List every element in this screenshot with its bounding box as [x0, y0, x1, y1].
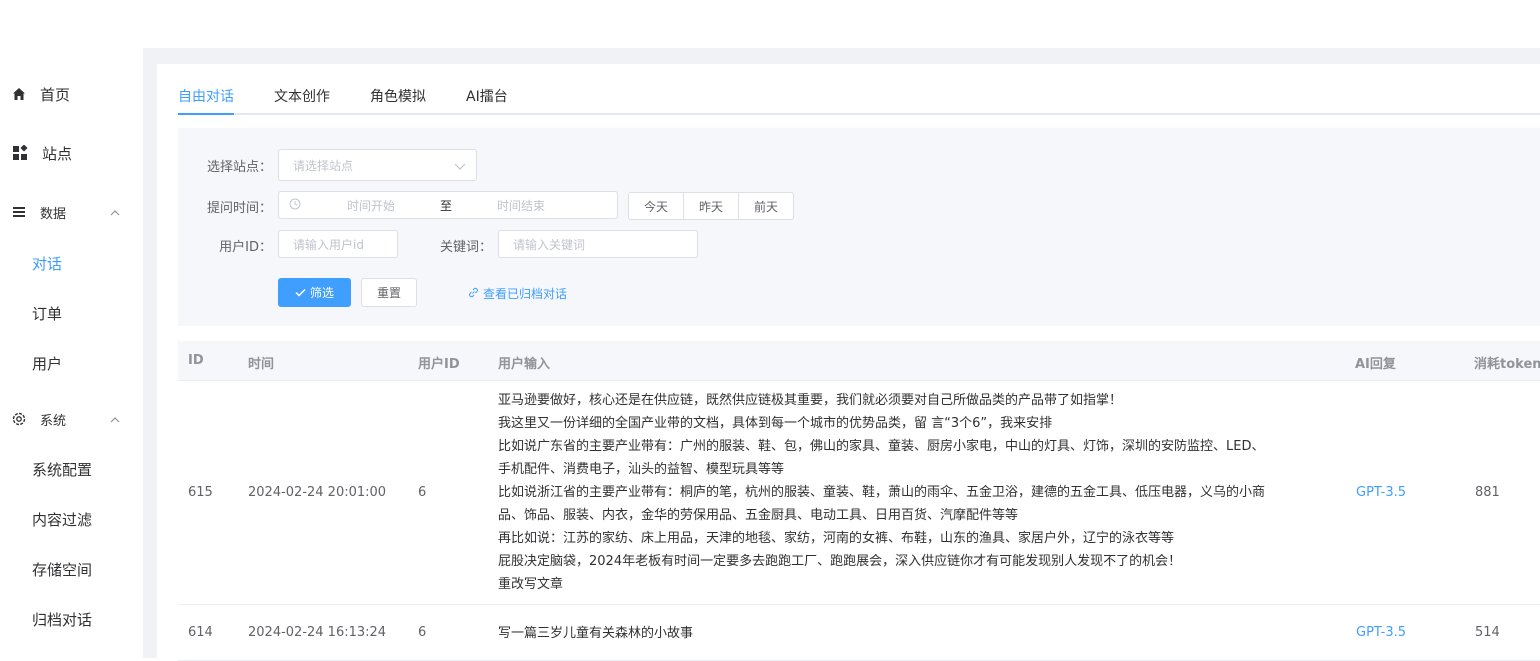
input-line: 我这里又一份详细的全国产业带的文档，具体到每一个城市的优势品类，留 言“3个6”… [498, 416, 1053, 431]
user-id-input[interactable]: 请输入用户id [278, 230, 398, 258]
cell-time: 2024-02-24 16:13:24 [248, 625, 387, 640]
filter-button-label: 筛选 [309, 286, 334, 300]
sidebar-item-label: 首页 [40, 85, 71, 104]
input-line: 再比如说：江苏的家纺、床上用品，天津的地毯、家纺，河南的女裤、布鞋，山东的渔具、… [498, 531, 1175, 546]
sidebar-item-home[interactable]: 首页 [0, 74, 143, 114]
tab-text-creation[interactable]: 文本创作 [274, 86, 330, 106]
tab-bar: 自由对话 文本创作 角色模拟 AI擂台 [178, 78, 1540, 115]
check-icon [295, 286, 306, 300]
sidebar-item-system-config[interactable]: 系统配置 [32, 458, 92, 482]
user-id-label: 用户ID： [219, 240, 272, 255]
link-icon [468, 287, 479, 301]
sidebar-item-content-filter[interactable]: 内容过滤 [32, 508, 92, 532]
input-line: 品、饰品、服装、内衣，金华的劳保用品、五金厨具、电动工具、日用百货、汽摩配件等等 [498, 508, 1019, 523]
cell-user-input: 写一篇三岁儿童有关森林的小故事 [498, 622, 693, 645]
column-header-ai-reply: AI回复 [1355, 357, 1396, 372]
gear-icon [11, 411, 27, 427]
keyword-placeholder: 请输入关键词 [513, 237, 586, 252]
time-start-input[interactable]: 时间开始 [347, 197, 395, 214]
filter-button[interactable]: 筛选 [278, 278, 351, 307]
site-label: 选择站点： [206, 160, 272, 175]
sidebar-item-archived[interactable]: 归档对话 [32, 608, 92, 632]
sidebar-item-orders[interactable]: 订单 [32, 302, 62, 326]
active-tab-indicator [178, 113, 234, 115]
sidebar-item-label: 站点 [42, 144, 73, 163]
time-range-picker[interactable]: 时间开始 至 时间结束 [278, 191, 618, 219]
cell-user-input: 亚马逊要做好，核心还是在供应链，既然供应链极其重要，我们就必须要对自己所做品类的… [498, 389, 1265, 596]
yesterday-button[interactable]: 昨天 [683, 192, 739, 220]
table-header: ID 时间 用户ID 用户输入 AI回复 消耗token [178, 341, 1540, 381]
view-archived-link[interactable]: 查看已归档对话 [468, 285, 567, 302]
sidebar-group-label: 系统 [40, 413, 67, 429]
column-header-user-id: 用户ID [418, 357, 460, 372]
day-before-button[interactable]: 前天 [738, 192, 794, 220]
cell-user-id: 6 [418, 485, 427, 500]
input-line: 重改写文章 [498, 577, 564, 592]
table-row[interactable]: 614 2024-02-24 16:13:24 6 写一篇三岁儿童有关森林的小故… [178, 605, 1540, 661]
sidebar-group-data[interactable]: 数据 [0, 192, 143, 232]
cell-id: 615 [188, 485, 213, 500]
menu-icon [11, 204, 27, 220]
cell-user-id: 6 [418, 625, 427, 640]
cell-ai-model[interactable]: GPT-3.5 [1356, 625, 1406, 640]
user-id-placeholder: 请输入用户id [293, 237, 364, 252]
input-line: 屁股决定脑袋，2024年老板有时间一定要多去跑跑工厂、跑跑展会，深入供应链你才有… [498, 554, 1182, 569]
column-header-tokens: 消耗token [1474, 357, 1540, 372]
sidebar: 首页 站点 数据 对话 订单 用户 系统 系统配置 内容过滤 存储空间 归档对话 [0, 0, 143, 658]
cell-time: 2024-02-24 20:01:00 [248, 485, 387, 500]
chevron-up-icon [110, 207, 120, 217]
time-label: 提问时间： [206, 201, 272, 216]
keyword-input[interactable]: 请输入关键词 [498, 230, 698, 258]
tab-ai-arena[interactable]: AI擂台 [466, 86, 508, 106]
sidebar-item-conversations[interactable]: 对话 [32, 252, 62, 276]
column-header-user-input: 用户输入 [498, 357, 551, 372]
cell-tokens: 881 [1475, 485, 1500, 500]
sidebar-item-sites[interactable]: 站点 [0, 133, 143, 173]
today-button[interactable]: 今天 [628, 192, 684, 220]
input-line: 手机配件、消费电子，汕头的益智、模型玩具等等 [498, 462, 785, 477]
cell-id: 614 [188, 625, 213, 640]
time-separator: 至 [440, 198, 453, 213]
cell-ai-model[interactable]: GPT-3.5 [1356, 485, 1406, 500]
tab-role-play[interactable]: 角色模拟 [370, 86, 426, 106]
sidebar-group-label: 数据 [40, 206, 67, 222]
keyword-label: 关键词： [439, 240, 492, 255]
chevron-up-icon [110, 414, 120, 424]
filter-panel: 选择站点： 请选择站点 提问时间： 时间开始 至 时间结束 今天 昨天 前天 用… [178, 128, 1540, 326]
input-line: 比如说广东省的主要产业带有：广州的服装、鞋、包，佛山的家具、童装、厨房小家电，中… [498, 439, 1265, 454]
column-header-id: ID [188, 353, 204, 368]
tab-free-chat[interactable]: 自由对话 [178, 86, 234, 106]
column-header-time: 时间 [248, 357, 275, 372]
clock-icon [289, 198, 301, 213]
reset-button[interactable]: 重置 [361, 278, 417, 307]
home-icon [11, 86, 27, 102]
grid-icon [12, 145, 28, 161]
chevron-down-icon [454, 160, 466, 174]
site-select-placeholder: 请选择站点 [293, 158, 354, 173]
view-archived-label: 查看已归档对话 [483, 287, 568, 301]
table-row[interactable]: 615 2024-02-24 20:01:00 6 亚马逊要做好，核心还是在供应… [178, 381, 1540, 605]
sidebar-item-users[interactable]: 用户 [32, 352, 62, 376]
sidebar-group-system[interactable]: 系统 [0, 399, 143, 439]
site-select[interactable]: 请选择站点 [278, 149, 477, 181]
input-line: 比如说浙江省的主要产业带有：桐庐的笔，杭州的服装、童装、鞋，萧山的雨伞、五金卫浴… [498, 485, 1266, 500]
input-line: 写一篇三岁儿童有关森林的小故事 [498, 626, 694, 641]
input-line: 亚马逊要做好，核心还是在供应链，既然供应链极其重要，我们就必须要对自己所做品类的… [498, 393, 1123, 408]
sidebar-item-storage[interactable]: 存储空间 [32, 558, 92, 582]
cell-tokens: 514 [1475, 625, 1500, 640]
time-end-input[interactable]: 时间结束 [497, 197, 545, 214]
